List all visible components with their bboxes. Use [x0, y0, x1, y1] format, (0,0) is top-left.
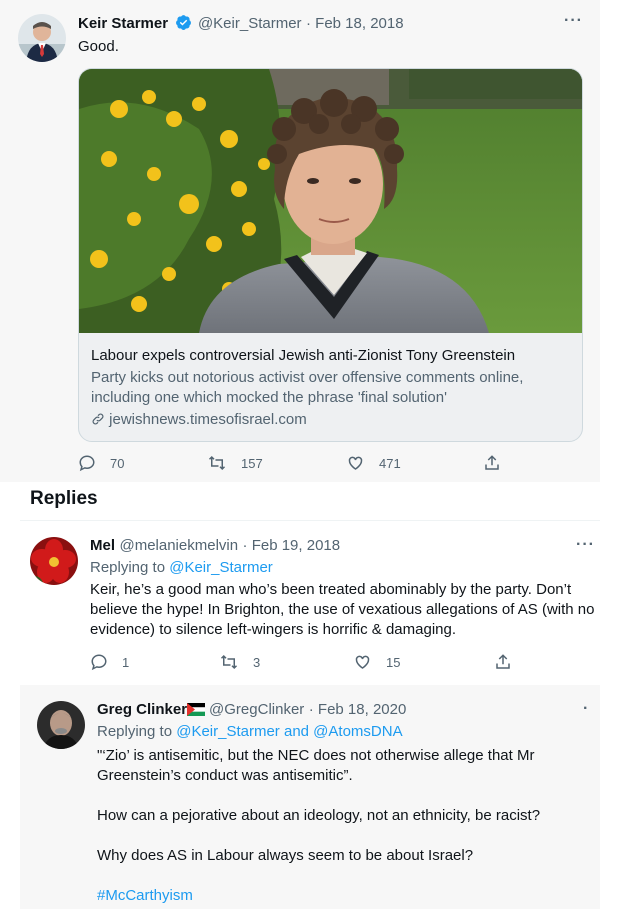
replying-to-link[interactable]: @Keir_Starmer and @AtomsDNA [176, 723, 402, 740]
flag-icon [187, 703, 206, 721]
retweet-button[interactable]: 3 [219, 653, 260, 671]
card-title[interactable]: Labour expels controversial Jewish anti-… [91, 346, 570, 366]
author-name[interactable]: Keir Starmer [78, 15, 168, 32]
share-button[interactable] [494, 653, 526, 671]
card-description-line: Party kicks out notorious activist over … [91, 369, 524, 386]
reply-author-avatar[interactable] [30, 537, 78, 585]
replying-to: Replying to @Keir_Starmer [90, 558, 273, 578]
more-options-icon[interactable]: ··· [564, 12, 583, 30]
like-button[interactable]: 15 [353, 653, 400, 671]
reply-author-name[interactable]: Greg Clinker [97, 701, 187, 718]
verified-badge-icon [175, 14, 192, 36]
tweet-header: Keir Starmer @Keir_Starmer · Feb 18, 201… [78, 14, 404, 36]
more-options-icon[interactable]: · [583, 700, 589, 718]
card-description-line: including one which mocked the phrase 'f… [91, 389, 447, 406]
tweet-date[interactable]: · Feb 18, 2018 [306, 15, 404, 32]
link-icon [91, 411, 109, 428]
card-text: Labour expels controversial Jewish anti-… [91, 346, 570, 428]
reply-tweet[interactable]: Mel @melaniekmelvin · Feb 19, 2018 ··· R… [0, 521, 619, 681]
reply-button[interactable]: 70 [78, 454, 124, 472]
replying-to-prefix: Replying to [90, 559, 170, 576]
reply-text-line: "‘Zio’ is antisemitic, but the NEC does … [97, 747, 535, 764]
like-count: 471 [379, 455, 401, 471]
reply-text-line: Keir, he’s a good man who’s been treated… [90, 581, 572, 598]
reply-text-line: Why does AS in Labour always seem to be … [97, 847, 474, 864]
like-button[interactable]: 471 [346, 454, 401, 472]
reply-text: "‘Zio’ is antisemitic, but the NEC does … [97, 746, 540, 906]
retweet-icon [220, 654, 238, 670]
card-image [79, 69, 582, 333]
retweet-icon [208, 455, 226, 471]
share-icon [485, 455, 499, 470]
tweet-text: Good. [78, 38, 119, 55]
reply-tweet[interactable]: Greg Clinker @GregClinker · Feb 18, 2020… [20, 685, 600, 909]
replying-to-prefix: Replying to [97, 723, 177, 740]
reply-text-line: believe the hype! In Brighton, the use o… [90, 601, 595, 618]
like-icon [355, 655, 370, 669]
reply-text: Keir, he’s a good man who’s been treated… [90, 580, 595, 640]
retweet-count: 157 [241, 455, 263, 471]
main-tweet[interactable]: Keir Starmer @Keir_Starmer · Feb 18, 201… [0, 0, 600, 482]
reply-icon [91, 654, 107, 671]
share-button[interactable] [483, 454, 515, 472]
reply-count: 70 [110, 455, 125, 471]
reply-icon [79, 455, 95, 472]
retweet-count: 3 [253, 654, 261, 670]
hashtag-link[interactable]: #McCarthyism [97, 886, 540, 906]
reply-count: 1 [122, 654, 130, 670]
card-domain-text: jewishnews.timesofisrael.com [109, 411, 307, 428]
reply-header: Greg Clinker @GregClinker · Feb 18, 2020 [97, 701, 406, 721]
like-count: 15 [386, 654, 401, 670]
author-avatar[interactable] [18, 14, 66, 62]
link-preview-card[interactable]: Labour expels controversial Jewish anti-… [78, 68, 583, 442]
reply-author-avatar[interactable] [37, 701, 85, 749]
like-icon [348, 456, 363, 470]
reply-author-handle[interactable]: @melaniekmelvin [119, 537, 238, 554]
replying-to: Replying to @Keir_Starmer and @AtomsDNA [97, 722, 403, 742]
reply-text-line: Greenstein’s conduct was antisemitic”. [97, 767, 353, 784]
reply-date[interactable]: · Feb 18, 2020 [309, 701, 407, 718]
reply-date[interactable]: · Feb 19, 2018 [243, 537, 341, 554]
reply-author-name[interactable]: Mel [90, 537, 115, 554]
author-handle[interactable]: @Keir_Starmer [198, 15, 302, 32]
reply-text-line: How can a pejorative about an ideology, … [97, 807, 541, 824]
card-domain[interactable]: jewishnews.timesofisrael.com [91, 411, 570, 428]
card-description: Party kicks out notorious activist over … [91, 368, 570, 408]
reply-button[interactable]: 1 [90, 653, 129, 671]
reply-header: Mel @melaniekmelvin · Feb 19, 2018 [90, 537, 340, 555]
share-icon [496, 654, 510, 669]
reply-author-handle[interactable]: @GregClinker [209, 701, 304, 718]
retweet-button[interactable]: 157 [207, 454, 263, 472]
replies-heading: Replies [30, 488, 98, 509]
more-options-icon[interactable]: ··· [576, 536, 595, 554]
replying-to-link[interactable]: @Keir_Starmer [169, 559, 273, 576]
reply-text-line: evidence) to silence left-wingers is hor… [90, 621, 456, 638]
